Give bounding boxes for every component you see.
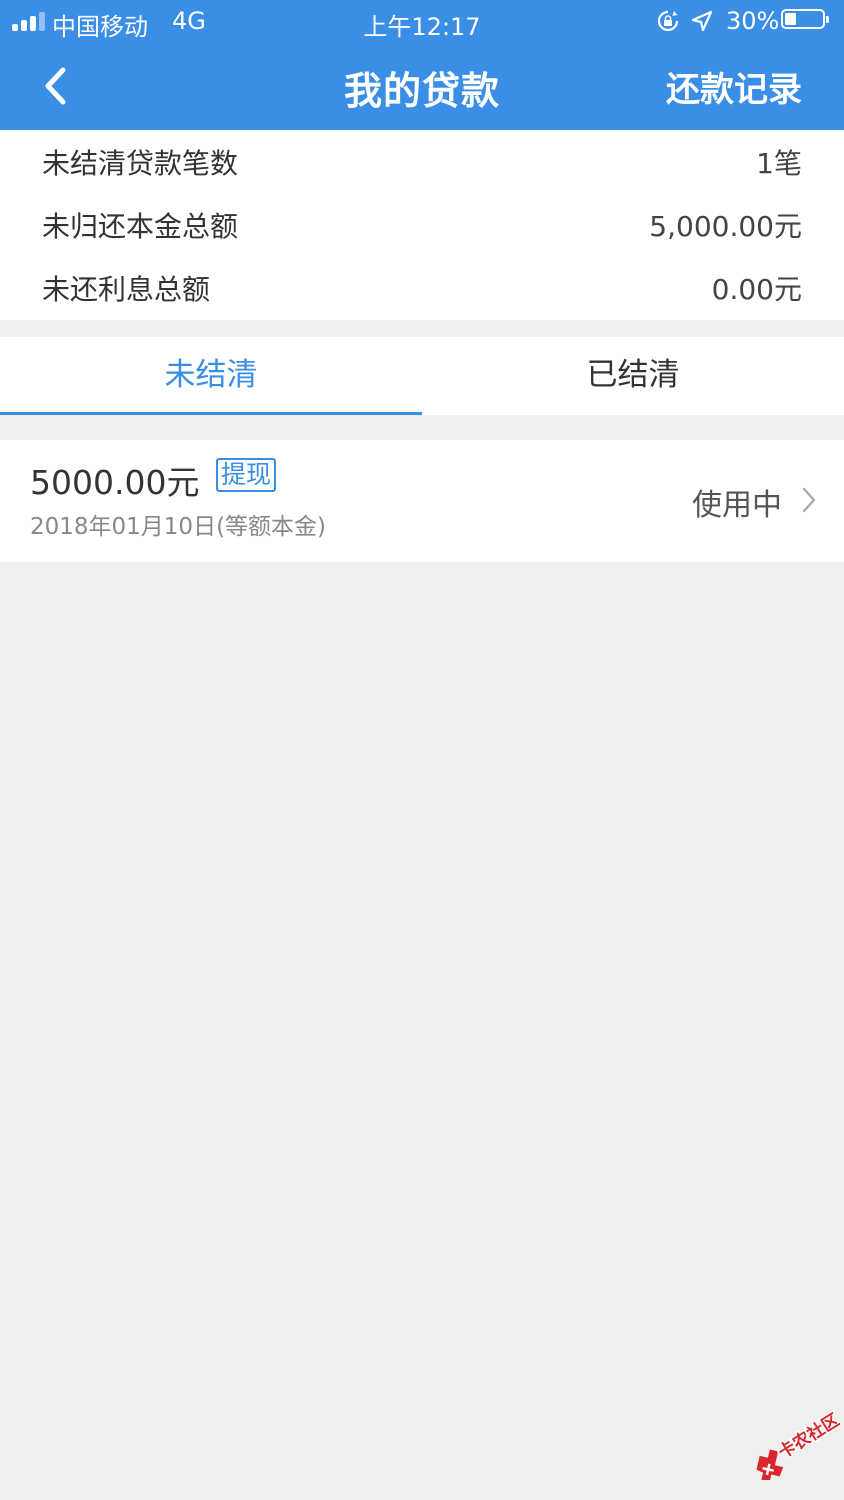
tab-settled[interactable]: 已结清 — [422, 337, 844, 415]
status-bar: 中国移动 4G 上午12:17 30% — [0, 0, 844, 42]
loan-status: 使用中 — [692, 488, 782, 523]
loan-tabs: 未结清 已结清 — [0, 337, 844, 415]
summary-row-principal: 未归还本金总额 5,000.00元 — [0, 193, 844, 255]
battery-icon — [781, 9, 829, 29]
status-time: 上午12:17 — [363, 13, 481, 41]
summary-label: 未结清贷款笔数 — [42, 147, 239, 180]
loan-type-badge: 提现 — [216, 458, 277, 492]
summary-label: 未归还本金总额 — [42, 210, 239, 243]
svg-text:卡农社区: 卡农社区 — [774, 1409, 840, 1463]
loan-amount: 5000.00元 — [30, 463, 200, 502]
chevron-right-icon — [802, 487, 816, 513]
summary-value: 5,000.00元 — [649, 210, 802, 243]
summary-value: 1笔 — [756, 147, 802, 180]
summary-label: 未还利息总额 — [42, 273, 211, 306]
location-arrow-icon — [691, 10, 713, 32]
summary-row-loan-count: 未结清贷款笔数 1笔 — [0, 130, 844, 192]
loan-date: 2018年01月10日(等额本金) — [30, 514, 327, 540]
orientation-lock-icon — [657, 10, 679, 32]
loan-summary: 未结清贷款笔数 1笔 未归还本金总额 5,000.00元 未还利息总额 0.00… — [0, 130, 844, 320]
battery-percent: 30% — [726, 7, 780, 35]
summary-value: 0.00元 — [711, 273, 802, 306]
nav-bar: 我的贷款 还款记录 — [0, 42, 844, 130]
app-header: 中国移动 4G 上午12:17 30% 我的贷款 还款记录 — [0, 0, 844, 130]
tab-unsettled[interactable]: 未结清 — [0, 337, 422, 415]
repayment-record-button[interactable]: 还款记录 — [666, 62, 802, 111]
summary-row-interest: 未还利息总额 0.00元 — [0, 256, 844, 318]
watermark-logo: 卡农社区 卡农社区 — [740, 1408, 844, 1483]
loan-list-item[interactable]: 5000.00元 提现 2018年01月10日(等额本金) 使用中 — [0, 440, 844, 562]
